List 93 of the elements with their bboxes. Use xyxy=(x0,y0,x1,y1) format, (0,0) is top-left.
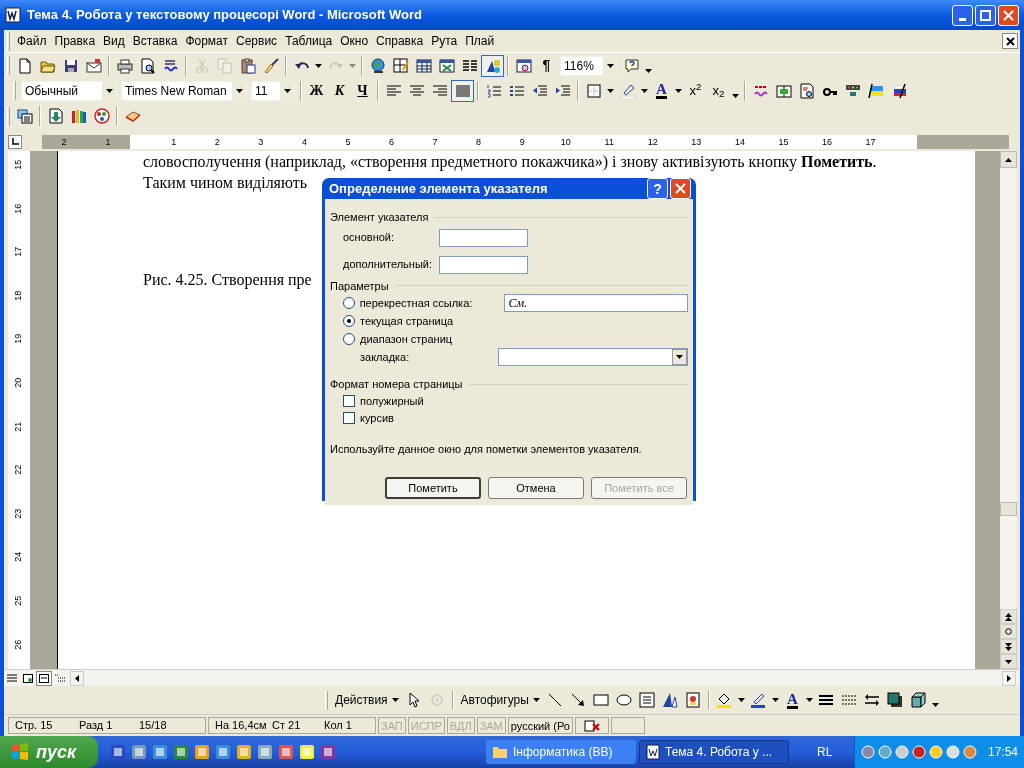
status-mode: ЗАП xyxy=(378,717,406,734)
dialog-button[interactable]: Пометить xyxy=(385,477,481,499)
dialog-button[interactable]: Отмена xyxy=(488,477,584,499)
menu-item[interactable]: Формат xyxy=(181,30,233,52)
taskbar-task[interactable]: Тема 4. Робота у ... xyxy=(639,740,789,764)
ruler-number: 10 xyxy=(559,135,572,149)
paragraph-line: словосполучення (наприклад, «створення предметного покажчика») і знову активізують кнопку Пометить. xyxy=(143,152,877,172)
menu-button[interactable]: Действия xyxy=(331,689,403,711)
status-text: На 16,4см xyxy=(214,718,266,734)
paragraph-line: Таким чином виділяють xyxy=(143,173,307,193)
radio-label: диапазон страниц xyxy=(360,331,454,347)
window-title: Тема 4. Робота у текстовому процесорі Word - Microsoft Word xyxy=(27,6,422,25)
underline-button[interactable]: Ч xyxy=(351,79,374,102)
menu-item[interactable]: Вид xyxy=(99,30,129,52)
status-mode: ИСПР xyxy=(407,717,445,734)
status-text: Кол 1 xyxy=(323,718,353,734)
ruler-number: 11 xyxy=(603,135,615,149)
ruler-number: 15 xyxy=(777,135,790,149)
ruler-number: 18 xyxy=(12,290,25,301)
ruler-number: 25 xyxy=(12,595,25,606)
ruler-number: 22 xyxy=(12,464,25,475)
clock: 17:54 xyxy=(987,744,1018,761)
font-size-dropdown[interactable]: 11 xyxy=(251,80,295,101)
menu-item[interactable]: Рута xyxy=(427,30,462,52)
status-language: русский (Ро xyxy=(507,717,573,734)
ruler-number: 4 xyxy=(300,135,308,149)
ruler-number: 17 xyxy=(864,135,877,149)
ruler-number: 6 xyxy=(388,135,395,149)
checkbox-label: полужирный xyxy=(360,393,424,409)
dialog-title: Определение элемента указателя xyxy=(329,179,548,198)
group-heading: Формат номера страницы xyxy=(330,377,463,392)
menu-item[interactable]: Файл xyxy=(13,30,51,52)
menu-item[interactable]: Вставка xyxy=(128,30,182,52)
status-text: Стр. 15 xyxy=(14,718,54,734)
status-mode: ЗАМ xyxy=(476,717,506,734)
menu-item[interactable]: Справка xyxy=(372,30,428,52)
font-color-button[interactable]: A xyxy=(650,79,673,102)
ruler-number: 21 xyxy=(12,421,25,432)
start-button[interactable]: пуск xyxy=(0,736,98,768)
menu-item[interactable]: Правка xyxy=(50,30,100,52)
group-heading: Элемент указателя xyxy=(330,210,429,225)
ruler-number: 19 xyxy=(12,334,25,345)
ruler-number: 5 xyxy=(344,135,352,149)
ruler-number: 16 xyxy=(12,203,25,214)
status-mode: ВДЛ xyxy=(446,717,475,734)
taskbar-task[interactable]: Інформатика (ВВ) xyxy=(486,740,636,764)
superscript-button[interactable]: x$^{2}$ xyxy=(684,79,707,102)
keyboard-language[interactable]: RL xyxy=(817,743,833,761)
menu-item[interactable]: Таблица xyxy=(281,30,337,52)
ruler-number: 26 xyxy=(12,639,25,650)
font-dropdown[interactable]: Times New Roman xyxy=(121,80,247,101)
ruler-number: 8 xyxy=(475,135,483,149)
ruler-number: 14 xyxy=(733,135,746,149)
status-text: 15/18 xyxy=(138,718,168,734)
menu-button[interactable]: Автофигуры xyxy=(456,689,544,711)
field-label: основной: xyxy=(343,230,396,246)
field-label: закладка: xyxy=(360,349,411,365)
ruler-number: 3 xyxy=(257,135,265,149)
ruler-number: 16 xyxy=(820,135,833,149)
ruler-number: 13 xyxy=(690,135,703,149)
ruler-number: 15 xyxy=(12,159,25,170)
subscript-button[interactable]: x$_{2}$ xyxy=(707,79,730,102)
ruler-number: 23 xyxy=(12,508,25,519)
radio-label: текущая страница xyxy=(360,313,455,329)
field-label: дополнительный: xyxy=(343,257,433,273)
status-text: Разд 1 xyxy=(78,718,114,734)
hint-text: Используйте данное окно для пометки элементов указателя. xyxy=(330,441,643,457)
ruler-number: 17 xyxy=(12,247,25,257)
ruler-number: 24 xyxy=(12,552,25,563)
italic-button[interactable]: К xyxy=(328,79,351,102)
ruler-number: 1 xyxy=(104,135,112,149)
cross-reference-field[interactable]: См. xyxy=(504,294,688,312)
menu-item[interactable]: Плай xyxy=(461,30,499,52)
group-heading: Параметры xyxy=(330,278,389,294)
radio-label: перекрестная ссылка: xyxy=(359,295,474,311)
show-formatting-button[interactable]: ¶ xyxy=(535,54,558,77)
ruler-number: 2 xyxy=(60,135,68,149)
ruler-number: 1 xyxy=(170,135,178,149)
help-button[interactable]: ? xyxy=(647,178,668,199)
ruler-number: 9 xyxy=(518,135,526,149)
font-color-button[interactable]: A xyxy=(780,689,804,711)
ruler-number: 2 xyxy=(213,135,221,149)
ruler-number: 20 xyxy=(12,377,25,388)
menu-item[interactable]: Окно xyxy=(336,30,373,52)
status-text: Ст 21 xyxy=(271,718,302,734)
ruler-number: 7 xyxy=(431,135,439,149)
bold-button[interactable]: Ж xyxy=(305,79,328,102)
style-dropdown[interactable]: Обычный xyxy=(21,80,117,101)
menu-item[interactable]: Сервис xyxy=(232,30,282,52)
checkbox-label: курсив xyxy=(360,410,394,426)
figure-caption: Рис. 4.25. Створення пре xyxy=(143,270,312,290)
zoom-dropdown[interactable]: 116% xyxy=(560,55,618,76)
ruler-number: 12 xyxy=(646,135,659,149)
